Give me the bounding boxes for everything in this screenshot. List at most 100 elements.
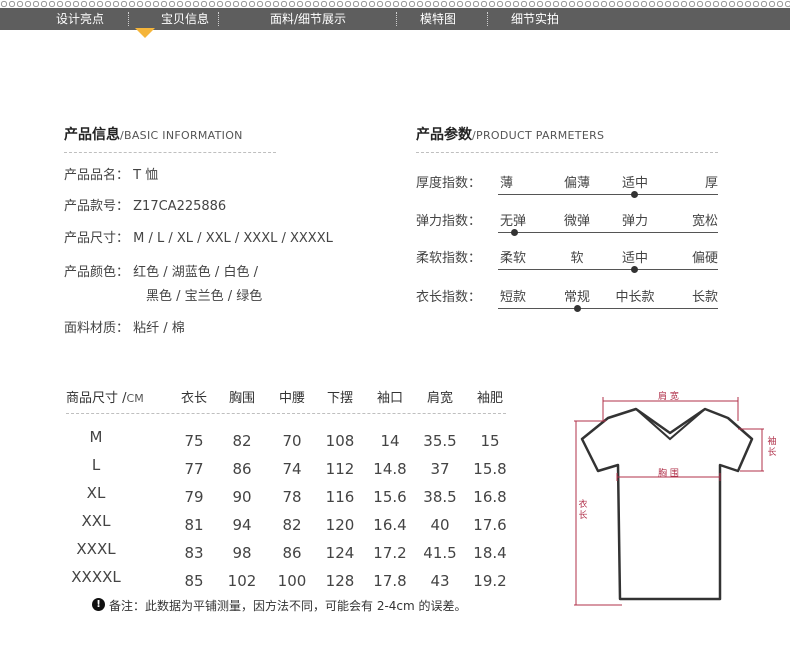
size-table-cell: 19.2 <box>473 572 507 590</box>
info-row-colors-cont: 黑色 / 宝兰色 / 绿色 <box>146 289 263 304</box>
size-label: XXXL <box>76 540 116 558</box>
param-label: 柔软指数： <box>416 251 482 266</box>
size-table-cell: 40 <box>430 516 450 534</box>
info-row-name: 产品品名： T 恤 <box>64 168 159 183</box>
param-selected-dot <box>631 191 638 198</box>
warning-icon: ! <box>92 598 105 611</box>
size-table-column-header: 胸围 <box>228 391 255 406</box>
param-option: 无弹 <box>500 214 527 229</box>
param-label: 厚度指数： <box>416 176 482 191</box>
param-label: 衣长指数： <box>416 290 482 305</box>
size-table-cell: 74 <box>282 460 302 478</box>
nav-separator <box>218 12 219 26</box>
size-table-cell: 94 <box>232 516 252 534</box>
param-scale-line <box>498 308 718 309</box>
size-table-cell: 75 <box>184 432 204 450</box>
size-table-cell: 82 <box>232 432 252 450</box>
size-label: XXL <box>81 512 111 530</box>
size-table-column-header: 肩宽 <box>426 391 453 406</box>
size-table-cell: 102 <box>227 572 257 590</box>
active-tab-marker <box>135 28 155 38</box>
table-divider <box>66 413 506 414</box>
size-table-cell: 124 <box>325 544 355 562</box>
param-selected-dot <box>631 266 638 273</box>
size-table-cell: 41.5 <box>423 544 457 562</box>
divider <box>416 152 718 153</box>
size-table-column-header: 袖肥 <box>476 391 503 406</box>
top-nav: 设计亮点 宝贝信息 面料/细节展示 模特图 细节实拍 <box>0 8 790 30</box>
size-label: XXXXL <box>71 568 121 586</box>
info-row-colors: 产品颜色： 红色 / 湖蓝色 / 白色 / <box>64 265 258 280</box>
size-label: L <box>91 456 101 474</box>
nav-item-product-info[interactable]: 宝贝信息 <box>140 8 230 30</box>
size-label: M <box>89 428 103 446</box>
size-table-cell: 85 <box>184 572 204 590</box>
param-option: 软 <box>570 251 584 266</box>
size-table-cell: 83 <box>184 544 204 562</box>
size-table-cell: 100 <box>277 572 307 590</box>
chest-label: 胸 围 <box>658 469 679 479</box>
shoulder-width-label: 肩 宽 <box>658 392 679 402</box>
param-option: 偏薄 <box>563 176 590 191</box>
size-table-cell: 108 <box>325 432 355 450</box>
size-table-cell: 43 <box>430 572 450 590</box>
size-table-cell: 82 <box>282 516 302 534</box>
size-table-cell: 18.4 <box>473 544 507 562</box>
param-option: 柔软 <box>500 251 527 266</box>
param-option: 弹力 <box>621 214 648 229</box>
size-table-cell: 17.8 <box>373 572 407 590</box>
top-border-pattern <box>0 0 790 8</box>
size-table-cell: 78 <box>282 488 302 506</box>
param-option: 偏硬 <box>691 251 718 266</box>
size-table-cell: 112 <box>325 460 355 478</box>
size-table-cell: 15.8 <box>473 460 507 478</box>
size-table-cell: 70 <box>282 432 302 450</box>
tshirt-collar <box>635 408 706 441</box>
size-table-cell: 86 <box>232 460 252 478</box>
param-option: 适中 <box>621 251 648 266</box>
param-option: 微弹 <box>563 214 590 229</box>
size-table-column-header: 下摆 <box>326 391 353 406</box>
nav-separator <box>487 12 488 26</box>
size-table-cell: 15 <box>480 432 500 450</box>
size-table-cell: 16.4 <box>373 516 407 534</box>
nav-separator <box>128 12 129 26</box>
param-scale-line <box>498 194 718 195</box>
tshirt-size-diagram <box>574 397 764 606</box>
param-option: 长款 <box>691 290 718 305</box>
param-option: 适中 <box>621 176 648 191</box>
size-table-cell: 38.5 <box>423 488 457 506</box>
nav-item-design[interactable]: 设计亮点 <box>40 8 120 30</box>
size-table-cell: 17.2 <box>373 544 407 562</box>
size-note: 备注：此数据为平铺测量，因方法不同，可能会有 2-4cm 的误差。 <box>109 599 467 613</box>
size-table-cell: 86 <box>282 544 302 562</box>
size-table-column-header: 袖口 <box>376 391 403 406</box>
param-label: 弹力指数： <box>416 214 482 229</box>
size-table-cell: 35.5 <box>423 432 457 450</box>
divider <box>64 152 276 153</box>
sleeve-length-label: 袖长 <box>767 437 777 458</box>
param-selected-dot <box>574 305 581 312</box>
size-table-header-label: 商品尺寸 /CM <box>66 391 144 406</box>
nav-item-detail-photos[interactable]: 细节实拍 <box>500 8 570 30</box>
nav-item-model[interactable]: 模特图 <box>408 8 468 30</box>
params-title: 产品参数/PRODUCT PARMETERS <box>416 127 605 143</box>
size-table-cell: 98 <box>232 544 252 562</box>
param-scale-line <box>498 269 718 270</box>
size-table-cell: 16.8 <box>473 488 507 506</box>
info-row-material: 面料材质： 粘纤 / 棉 <box>64 321 185 336</box>
nav-item-fabric-detail[interactable]: 面料/细节展示 <box>248 8 368 30</box>
basic-info-title: 产品信息/BASIC INFORMATION <box>64 127 243 143</box>
param-option: 厚 <box>704 176 718 191</box>
size-table-cell: 14.8 <box>373 460 407 478</box>
param-selected-dot <box>511 229 518 236</box>
size-table-cell: 14 <box>380 432 400 450</box>
size-label: XL <box>86 484 106 502</box>
param-option: 薄 <box>500 176 514 191</box>
info-row-sizes: 产品尺寸： M / L / XL / XXL / XXXL / XXXXL <box>64 231 333 246</box>
nav-separator <box>396 12 397 26</box>
param-option: 中长款 <box>615 290 655 305</box>
size-table-cell: 15.6 <box>373 488 407 506</box>
length-label: 衣长 <box>578 500 588 521</box>
size-table-cell: 120 <box>325 516 355 534</box>
